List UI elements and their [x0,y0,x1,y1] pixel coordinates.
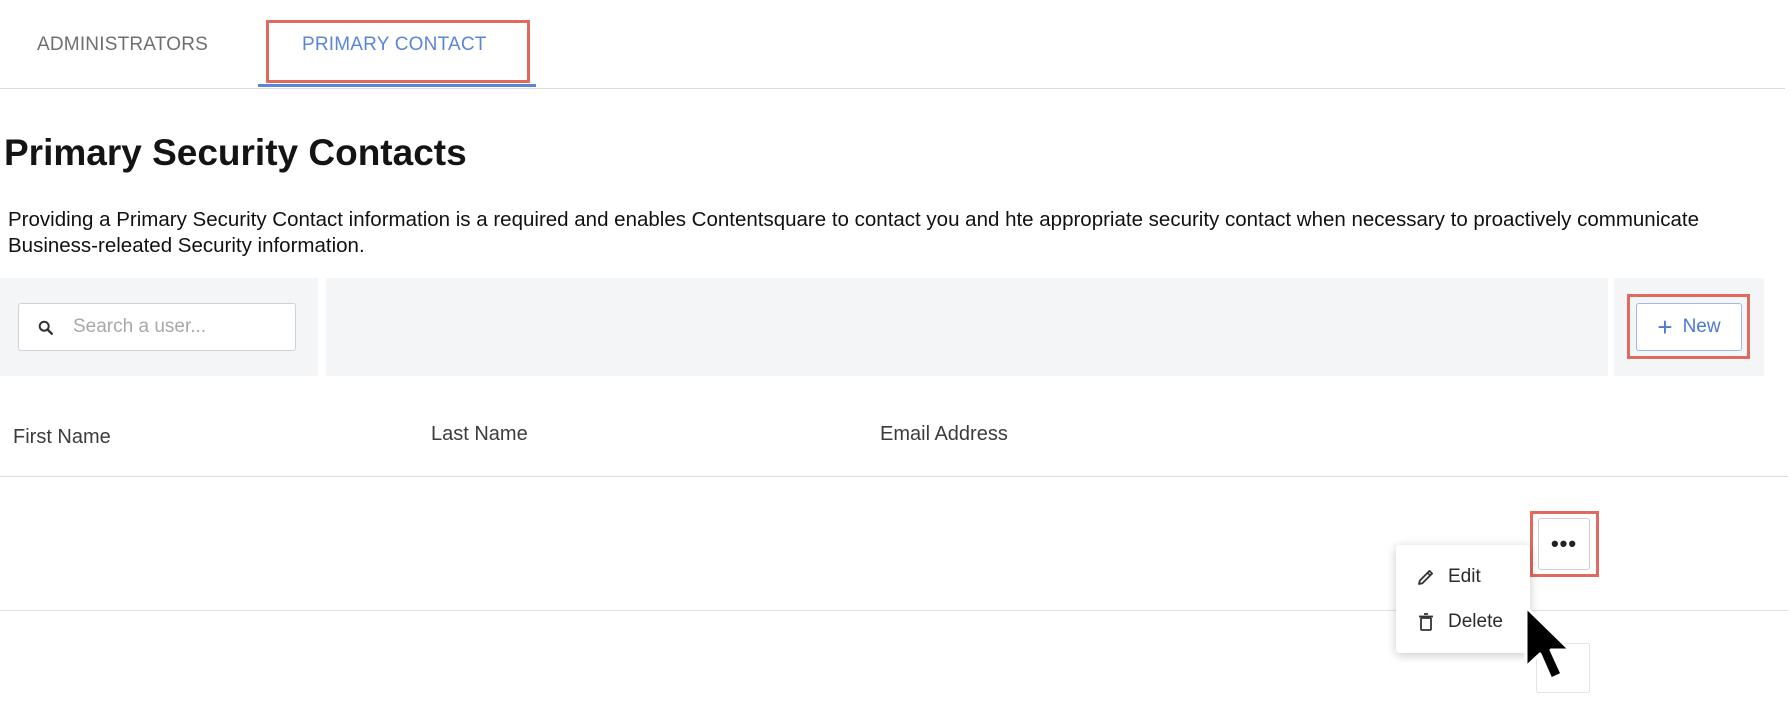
search-input[interactable] [73,314,283,340]
column-header-last-name[interactable]: Last Name [431,423,528,446]
menu-item-edit-label: Edit [1448,566,1481,587]
menu-item-delete[interactable]: Delete [1416,608,1503,636]
search-box[interactable] [18,303,296,351]
row-actions-menu: Edit Delete [1396,545,1530,653]
page: ADMINISTRATORS PRIMARY CONTACT Primary S… [0,0,1790,720]
trash-icon [1419,613,1433,631]
mouse-pointer-icon [1524,605,1572,681]
tab-administrators[interactable]: ADMINISTRATORS [37,34,208,58]
highlight-box-tab [266,20,530,83]
page-description: Providing a Primary Security Contact inf… [8,208,1699,257]
pencil-icon [1418,570,1433,585]
toolbar-middle-panel [326,278,1608,376]
menu-item-edit[interactable]: Edit [1416,563,1481,591]
menu-item-delete-label: Delete [1448,611,1503,632]
tab-bar: ADMINISTRATORS PRIMARY CONTACT [0,0,1785,89]
active-tab-indicator [258,84,536,87]
table-header-divider [0,476,1788,477]
search-icon [38,320,54,336]
highlight-box-new [1627,294,1750,359]
column-header-first-name[interactable]: First Name [13,426,111,449]
highlight-box-actions [1530,511,1599,577]
page-title: Primary Security Contacts [4,132,467,173]
column-header-email[interactable]: Email Address [880,423,1008,446]
